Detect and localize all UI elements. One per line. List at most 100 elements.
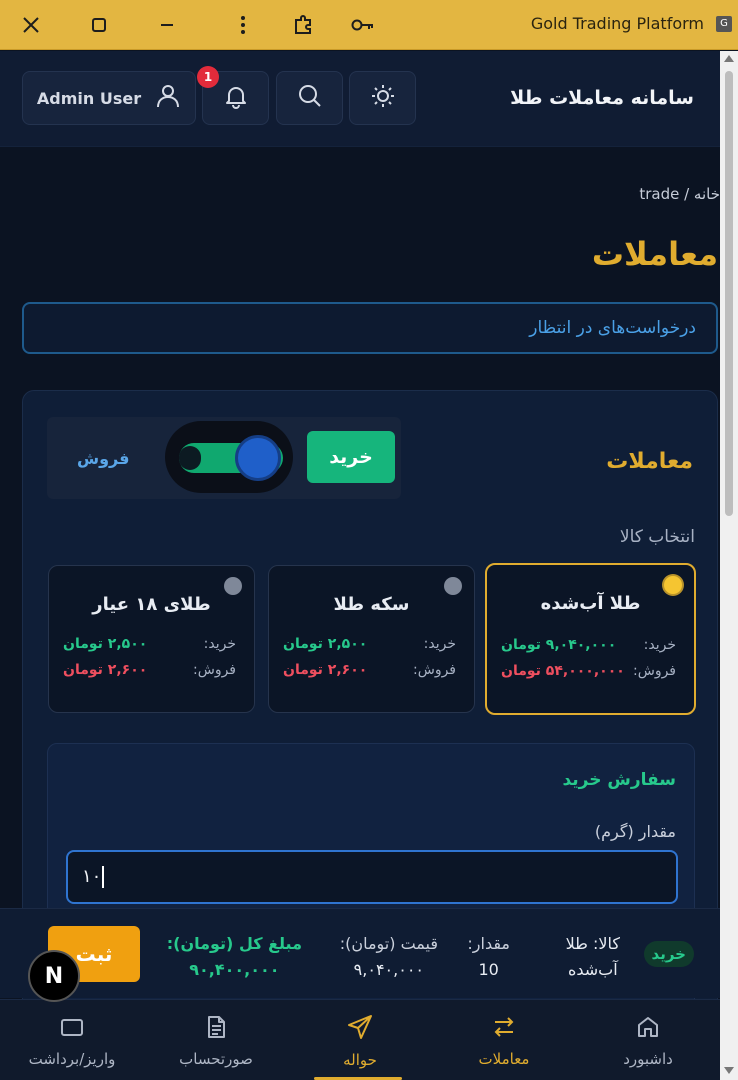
summary-item-label: کالا: طلا bbox=[565, 934, 620, 953]
summary-total-label: مبلغ کل (تومان): bbox=[166, 934, 302, 953]
nav-item-statement[interactable]: صورتحساب bbox=[144, 1000, 288, 1080]
sell-price-value: ۵۴,۰۰۰,۰۰۰ تومان bbox=[501, 663, 625, 679]
trade-type-switch[interactable] bbox=[165, 421, 293, 493]
product-sell-row: فروش: ۵۴,۰۰۰,۰۰۰ تومان bbox=[501, 663, 676, 679]
close-icon[interactable] bbox=[16, 10, 46, 40]
order-summary-bar: خرید کالا: طلا آب‌شده مقدار: 10 قیمت (تو… bbox=[0, 908, 720, 998]
trade-card-title: معاملات bbox=[606, 449, 693, 474]
search-icon bbox=[297, 83, 323, 113]
sell-price-label: فروش: bbox=[413, 662, 456, 678]
pending-requests-button[interactable]: درخواست‌های در انتظار bbox=[22, 302, 718, 354]
sun-icon bbox=[370, 83, 396, 113]
nav-label: واریز/برداشت bbox=[28, 1049, 116, 1068]
bell-icon bbox=[223, 83, 249, 113]
minimize-icon[interactable] bbox=[152, 10, 182, 40]
app-root: Admin User 1 سامانه معاملات طلا خانه / t… bbox=[0, 51, 720, 1080]
product-name: سکه طلا bbox=[333, 594, 410, 615]
send-icon bbox=[346, 1013, 374, 1045]
search-button[interactable] bbox=[276, 71, 343, 125]
scroll-down-icon[interactable] bbox=[724, 1067, 734, 1074]
buy-price-value: ۲,۵۰۰ تومان bbox=[63, 636, 148, 652]
buy-price-label: خرید: bbox=[203, 636, 236, 652]
bottom-nav: داشبورد معاملات حواله صورتحساب واریز/برد… bbox=[0, 999, 720, 1080]
breadcrumb: خانه / trade bbox=[639, 185, 720, 203]
sell-price-value: ۲,۶۰۰ تومان bbox=[63, 662, 148, 678]
top-header: Admin User 1 سامانه معاملات طلا bbox=[0, 51, 720, 147]
summary-item: کالا: طلا آب‌شده bbox=[566, 931, 620, 983]
product-name: طلای ۱۸ عیار bbox=[92, 594, 211, 615]
summary-quantity-label: مقدار: bbox=[467, 934, 510, 953]
buy-price-label: خرید: bbox=[643, 637, 676, 653]
nav-item-dashboard[interactable]: داشبورد bbox=[576, 1000, 720, 1080]
switch-knob[interactable] bbox=[235, 435, 281, 481]
product-sell-row: فروش: ۲,۶۰۰ تومان bbox=[283, 662, 456, 678]
buy-price-label: خرید: bbox=[423, 636, 456, 652]
buy-button[interactable]: خرید bbox=[307, 431, 395, 483]
summary-quantity: مقدار: 10 bbox=[467, 931, 510, 983]
extensions-icon[interactable] bbox=[288, 10, 318, 40]
wallet-icon bbox=[59, 1014, 85, 1044]
select-product-label: انتخاب کالا bbox=[619, 527, 695, 547]
summary-price: قیمت (تومان): ۹,۰۴۰,۰۰۰ bbox=[340, 931, 438, 983]
summary-total-value: ۹۰,۴۰۰,۰۰۰ bbox=[189, 960, 280, 979]
nav-label: صورتحساب bbox=[179, 1049, 253, 1068]
nav-label: داشبورد bbox=[623, 1049, 673, 1068]
scroll-thumb[interactable] bbox=[725, 71, 733, 516]
notification-badge: 1 bbox=[197, 66, 219, 88]
document-icon bbox=[203, 1014, 229, 1044]
nav-item-trades[interactable]: معاملات bbox=[432, 1000, 576, 1080]
app-title: سامانه معاملات طلا bbox=[510, 87, 694, 109]
quantity-input[interactable]: ۱۰ bbox=[66, 850, 678, 904]
home-icon bbox=[635, 1014, 661, 1044]
sell-button[interactable]: فروش bbox=[77, 449, 129, 468]
sell-price-value: ۲,۶۰۰ تومان bbox=[283, 662, 368, 678]
page-title: معاملات bbox=[591, 235, 718, 273]
window-titlebar: Gold Trading Platform G bbox=[0, 0, 738, 50]
nav-label: معاملات bbox=[478, 1049, 530, 1068]
quantity-label: مقدار (گرم) bbox=[594, 822, 676, 841]
radio-unselected-icon[interactable] bbox=[444, 577, 462, 595]
maximize-icon[interactable] bbox=[84, 10, 114, 40]
sell-price-label: فروش: bbox=[633, 663, 676, 679]
theme-toggle-button[interactable] bbox=[349, 71, 416, 125]
swap-icon bbox=[491, 1014, 517, 1044]
user-menu-button[interactable]: Admin User bbox=[22, 71, 196, 125]
radio-unselected-icon[interactable] bbox=[224, 577, 242, 595]
product-sell-row: فروش: ۲,۶۰۰ تومان bbox=[63, 662, 236, 678]
summary-price-label: قیمت (تومان): bbox=[339, 934, 438, 953]
scrollbar[interactable] bbox=[720, 51, 738, 1080]
product-card-gold-coin[interactable]: سکه طلا خرید: ۲,۵۰۰ تومان فروش: ۲,۶۰۰ تو… bbox=[268, 565, 475, 713]
product-buy-row: خرید: ۹,۰۴۰,۰۰۰ تومان bbox=[501, 637, 676, 653]
summary-quantity-value: 10 bbox=[478, 960, 499, 979]
order-title: سفارش خرید bbox=[562, 770, 676, 790]
more-vert-icon[interactable] bbox=[228, 10, 258, 40]
product-name: طلا آب‌شده bbox=[540, 593, 641, 614]
summary-price-value: ۹,۰۴۰,۰۰۰ bbox=[353, 960, 424, 979]
buy-price-value: ۹,۰۴۰,۰۰۰ تومان bbox=[501, 637, 617, 653]
nav-item-transfer[interactable]: حواله bbox=[288, 1000, 432, 1080]
buy-price-value: ۲,۵۰۰ تومان bbox=[283, 636, 368, 652]
order-type-badge: خرید bbox=[643, 941, 694, 967]
notifications-button[interactable]: 1 bbox=[197, 66, 269, 125]
tab-favicon: G bbox=[716, 16, 732, 32]
window-title: Gold Trading Platform bbox=[530, 14, 704, 33]
quantity-value: ۱۰ bbox=[82, 866, 102, 887]
user-icon bbox=[155, 83, 181, 113]
product-buy-row: خرید: ۲,۵۰۰ تومان bbox=[63, 636, 236, 652]
scroll-up-icon[interactable] bbox=[724, 55, 734, 62]
summary-item-value: آب‌شده bbox=[567, 960, 618, 979]
radio-selected-icon[interactable] bbox=[664, 576, 682, 594]
nextjs-dev-indicator[interactable]: N bbox=[28, 950, 80, 1002]
sell-price-label: فروش: bbox=[193, 662, 236, 678]
user-name: Admin User bbox=[36, 88, 142, 108]
product-buy-row: خرید: ۲,۵۰۰ تومان bbox=[283, 636, 456, 652]
product-card-melted-gold[interactable]: طلا آب‌شده خرید: ۹,۰۴۰,۰۰۰ تومان فروش: ۵… bbox=[485, 563, 696, 715]
text-cursor bbox=[102, 866, 105, 888]
key-icon[interactable] bbox=[348, 10, 378, 40]
nav-label: حواله bbox=[343, 1050, 377, 1069]
product-card-18k-gold[interactable]: طلای ۱۸ عیار خرید: ۲,۵۰۰ تومان فروش: ۲,۶… bbox=[48, 565, 255, 713]
nav-item-deposit-withdraw[interactable]: واریز/برداشت bbox=[0, 1000, 144, 1080]
summary-total: مبلغ کل (تومان): ۹۰,۴۰۰,۰۰۰ bbox=[167, 931, 302, 983]
switch-off-dot bbox=[179, 446, 201, 470]
buy-sell-toggle: خرید فروش bbox=[47, 417, 401, 499]
